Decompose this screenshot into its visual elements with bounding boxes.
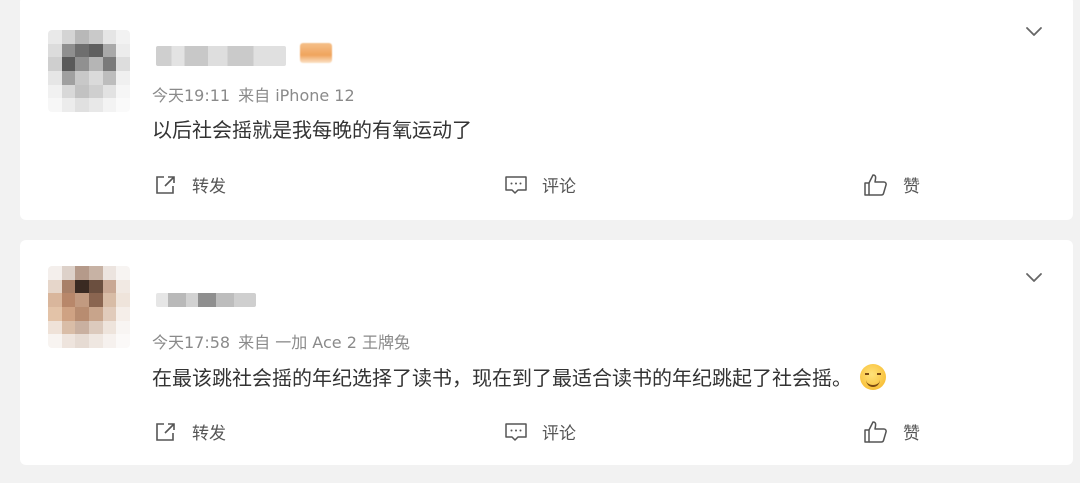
repost-button[interactable]: 转发 [154, 172, 226, 197]
comment-meta: 今天19:11 来自 iPhone 12 [152, 82, 355, 106]
comment-source: 来自 一加 Ace 2 王牌兔 [238, 333, 410, 352]
comment-source: 来自 iPhone 12 [238, 86, 355, 105]
username-blurred[interactable] [156, 46, 286, 66]
thumbs-up-icon [863, 420, 889, 444]
chevron-down-icon[interactable] [1025, 22, 1043, 40]
comment-text: 以后社会摇就是我每晚的有氧运动了 [152, 118, 472, 142]
comment-actions: 转发 评论 赞 [20, 172, 1073, 202]
comment-time: 今天19:11 [152, 86, 231, 105]
comment-label: 评论 [542, 177, 576, 197]
comment-time: 今天17:58 [152, 333, 231, 352]
username-blurred[interactable] [156, 293, 256, 307]
like-label: 赞 [903, 177, 920, 197]
like-label: 赞 [903, 424, 920, 444]
comment-button[interactable]: 评论 [504, 419, 576, 444]
avatar[interactable] [48, 266, 130, 348]
smirk-emoji-icon [860, 364, 886, 390]
thumbs-up-icon [863, 173, 889, 197]
user-badge-icon [300, 43, 332, 63]
comment-label: 评论 [542, 424, 576, 444]
comment-icon [504, 421, 528, 443]
repost-label: 转发 [192, 424, 226, 444]
comment-button[interactable]: 评论 [504, 172, 576, 197]
share-icon [154, 174, 178, 196]
comment-icon [504, 174, 528, 196]
comment-card: 今天19:11 来自 iPhone 12 以后社会摇就是我每晚的有氧运动了 转发 … [20, 0, 1073, 220]
comment-text: 在最该跳社会摇的年纪选择了读书，现在到了最适合读书的年纪跳起了社会摇。 [152, 366, 852, 390]
comment-card: 今天17:58 来自 一加 Ace 2 王牌兔 在最该跳社会摇的年纪选择了读书，现… [20, 240, 1073, 465]
repost-label: 转发 [192, 177, 226, 197]
comment-text-wrap: 在最该跳社会摇的年纪选择了读书，现在到了最适合读书的年纪跳起了社会摇。 [152, 362, 886, 391]
avatar[interactable] [48, 30, 130, 112]
like-button[interactable]: 赞 [863, 172, 920, 197]
chevron-down-icon[interactable] [1025, 268, 1043, 286]
comment-meta: 今天17:58 来自 一加 Ace 2 王牌兔 [152, 329, 410, 353]
comment-actions: 转发 评论 赞 [20, 419, 1073, 449]
share-icon [154, 421, 178, 443]
like-button[interactable]: 赞 [863, 419, 920, 444]
repost-button[interactable]: 转发 [154, 419, 226, 444]
